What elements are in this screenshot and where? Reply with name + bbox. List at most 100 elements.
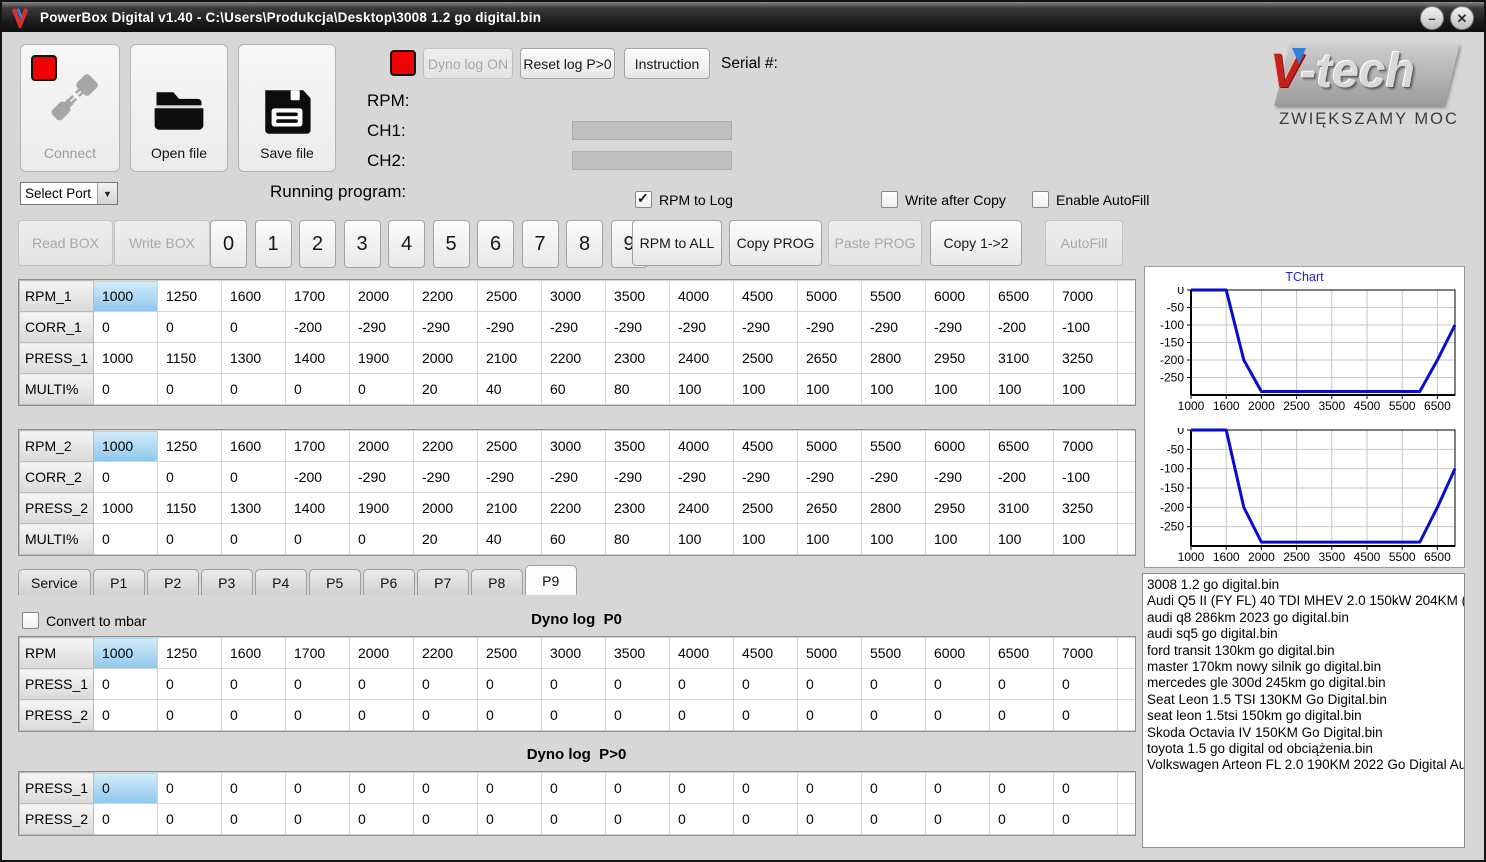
digit-button-0[interactable]: 0	[210, 220, 247, 268]
grid-cell[interactable]: -200	[285, 461, 350, 493]
grid-cell[interactable]: 0	[285, 803, 350, 835]
grid-cell[interactable]: 0	[541, 772, 606, 804]
grid-cell[interactable]: 1250	[157, 637, 222, 669]
read-box-button[interactable]: Read BOX	[18, 220, 113, 266]
grid-cell[interactable]: 1900	[349, 492, 414, 524]
grid-cell[interactable]: 0	[669, 803, 734, 835]
grid-cell[interactable]: 0	[1053, 803, 1118, 835]
grid-cell[interactable]: -100	[1053, 461, 1118, 493]
grid-cell[interactable]: -290	[861, 461, 926, 493]
grid-cell[interactable]: 2100	[477, 342, 542, 374]
grid-cell[interactable]: 0	[669, 699, 734, 731]
file-list-item[interactable]: 3008 1.2 go digital.bin	[1147, 577, 1464, 593]
digit-button-3[interactable]: 3	[343, 220, 381, 268]
grid-cell[interactable]: 60	[541, 373, 606, 405]
grid-cell[interactable]: -290	[477, 311, 542, 343]
grid-cell[interactable]: -290	[605, 311, 670, 343]
grid-cell[interactable]: 0	[285, 668, 350, 700]
grid-cell[interactable]: 5000	[797, 637, 862, 669]
grid-cell[interactable]: 2500	[477, 430, 542, 462]
grid-cell[interactable]: 3100	[989, 492, 1054, 524]
grid-cell[interactable]: 2950	[925, 492, 990, 524]
grid-cell[interactable]: -100	[1053, 311, 1118, 343]
file-list-item[interactable]: Skoda Octavia IV 150KM Go Digital.bin	[1147, 725, 1464, 741]
grid-cell[interactable]: 0	[157, 461, 222, 493]
connect-button[interactable]: Connect	[20, 44, 120, 172]
grid-cell[interactable]: 100	[925, 373, 990, 405]
digit-button-2[interactable]: 2	[299, 220, 336, 268]
grid-cell[interactable]: 0	[733, 699, 798, 731]
grid-cell[interactable]: 4500	[733, 280, 798, 312]
grid-cell[interactable]: -290	[669, 461, 734, 493]
grid-cell[interactable]: 1300	[221, 492, 286, 524]
grid-cell[interactable]: 6500	[989, 430, 1054, 462]
grid-cell[interactable]: 0	[221, 523, 286, 555]
paste-prog-button[interactable]: Paste PROG	[828, 220, 922, 266]
digit-button-6[interactable]: 6	[477, 220, 514, 268]
grid-cell[interactable]: -290	[349, 311, 414, 343]
grid-cell[interactable]: 0	[989, 699, 1054, 731]
grid-cell[interactable]: 100	[925, 523, 990, 555]
grid-cell[interactable]: 1600	[221, 280, 286, 312]
grid-cell[interactable]: 0	[221, 373, 286, 405]
grid-cell[interactable]: 0	[157, 668, 222, 700]
grid-cell[interactable]: 1000	[93, 280, 158, 312]
grid-cell[interactable]: 2400	[669, 342, 734, 374]
grid-cell[interactable]: 0	[797, 668, 862, 700]
grid-cell[interactable]: 1150	[157, 342, 222, 374]
grid-cell[interactable]: -200	[285, 311, 350, 343]
grid-cell[interactable]: 0	[93, 668, 158, 700]
grid-cell[interactable]: -290	[861, 311, 926, 343]
grid-cell[interactable]: 2200	[413, 280, 478, 312]
digit-button-8[interactable]: 8	[566, 220, 603, 268]
grid-cell[interactable]: 0	[285, 699, 350, 731]
tab-p9[interactable]: P9	[524, 565, 577, 595]
grid-cell[interactable]: 20	[413, 373, 478, 405]
grid-cell[interactable]: 0	[93, 311, 158, 343]
digit-button-5[interactable]: 5	[432, 220, 470, 268]
grid-cell[interactable]: 2000	[349, 430, 414, 462]
grid-cell[interactable]: -290	[925, 461, 990, 493]
grid-cell[interactable]: 2950	[925, 342, 990, 374]
grid-cell[interactable]: -290	[477, 461, 542, 493]
select-port-dropdown[interactable]: Select Port ▼	[20, 182, 118, 205]
tab-p2[interactable]: P2	[146, 569, 199, 595]
grid-cell[interactable]: 0	[605, 668, 670, 700]
grid-cell[interactable]: 100	[797, 523, 862, 555]
grid-cell[interactable]: 4500	[733, 430, 798, 462]
grid-cell[interactable]: 6000	[925, 637, 990, 669]
copy-prog-button[interactable]: Copy PROG	[729, 220, 822, 266]
grid-cell[interactable]: 2650	[797, 342, 862, 374]
grid-cell[interactable]: 40	[477, 373, 542, 405]
grid-cell[interactable]: 2200	[413, 637, 478, 669]
grid-cell[interactable]: 3500	[605, 637, 670, 669]
grid-cell[interactable]: 0	[797, 772, 862, 804]
grid-cell[interactable]: 0	[157, 523, 222, 555]
grid-cell[interactable]: 0	[221, 668, 286, 700]
grid-cell[interactable]: 2200	[413, 430, 478, 462]
grid-cell[interactable]: 2100	[477, 492, 542, 524]
grid-cell[interactable]: 0	[669, 772, 734, 804]
grid-cell[interactable]: 1000	[93, 492, 158, 524]
grid-cell[interactable]: 1600	[221, 430, 286, 462]
grid-cell[interactable]: 0	[925, 668, 990, 700]
grid-cell[interactable]: -290	[605, 461, 670, 493]
digit-button-4[interactable]: 4	[388, 220, 425, 268]
grid-cell[interactable]: 6500	[989, 280, 1054, 312]
grid-cell[interactable]: 100	[861, 523, 926, 555]
grid-cell[interactable]: 2200	[541, 492, 606, 524]
grid-cell[interactable]: 0	[157, 699, 222, 731]
grid-cell[interactable]: 3250	[1053, 342, 1118, 374]
grid-cell[interactable]: 0	[861, 668, 926, 700]
grid-cell[interactable]: 0	[989, 803, 1054, 835]
grid-cell[interactable]: 1000	[93, 342, 158, 374]
grid-cell[interactable]: 5500	[861, 280, 926, 312]
grid-cell[interactable]: 0	[93, 699, 158, 731]
write-box-button[interactable]: Write BOX	[114, 220, 210, 266]
grid-cell[interactable]: -290	[349, 461, 414, 493]
grid-cell[interactable]: 0	[349, 803, 414, 835]
chevron-down-icon[interactable]: ▼	[97, 183, 117, 204]
grid-cell[interactable]: 2000	[413, 342, 478, 374]
grid-cell[interactable]: 0	[1053, 699, 1118, 731]
grid-cell[interactable]: 80	[605, 373, 670, 405]
